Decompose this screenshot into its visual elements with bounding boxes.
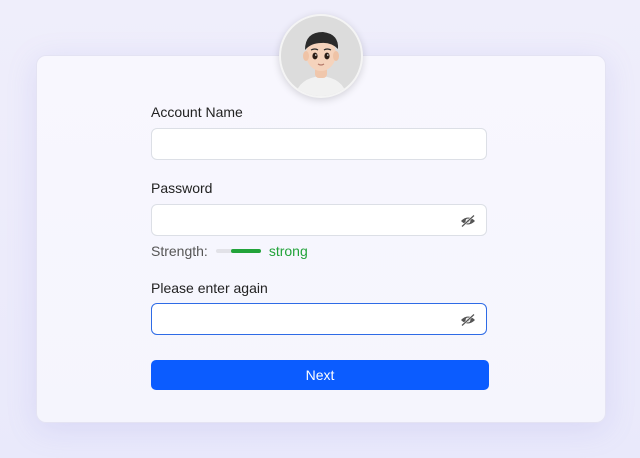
account-name-input[interactable] — [151, 128, 487, 160]
account-name-label: Account Name — [151, 104, 243, 120]
strength-value: strong — [268, 243, 308, 259]
password-input[interactable] — [151, 204, 487, 236]
confirm-password-input[interactable] — [151, 303, 487, 335]
password-label: Password — [151, 180, 213, 196]
password-strength: Strength: strong — [151, 243, 308, 259]
eye-off-icon[interactable] — [460, 313, 476, 327]
user-avatar — [279, 14, 363, 98]
confirm-password-label: Please enter again — [151, 280, 268, 296]
next-button[interactable]: Next — [151, 360, 489, 390]
strength-label: Strength: — [151, 243, 208, 259]
strength-bar-fill — [230, 249, 261, 253]
eye-off-icon[interactable] — [460, 214, 476, 228]
strength-bar — [215, 249, 261, 253]
